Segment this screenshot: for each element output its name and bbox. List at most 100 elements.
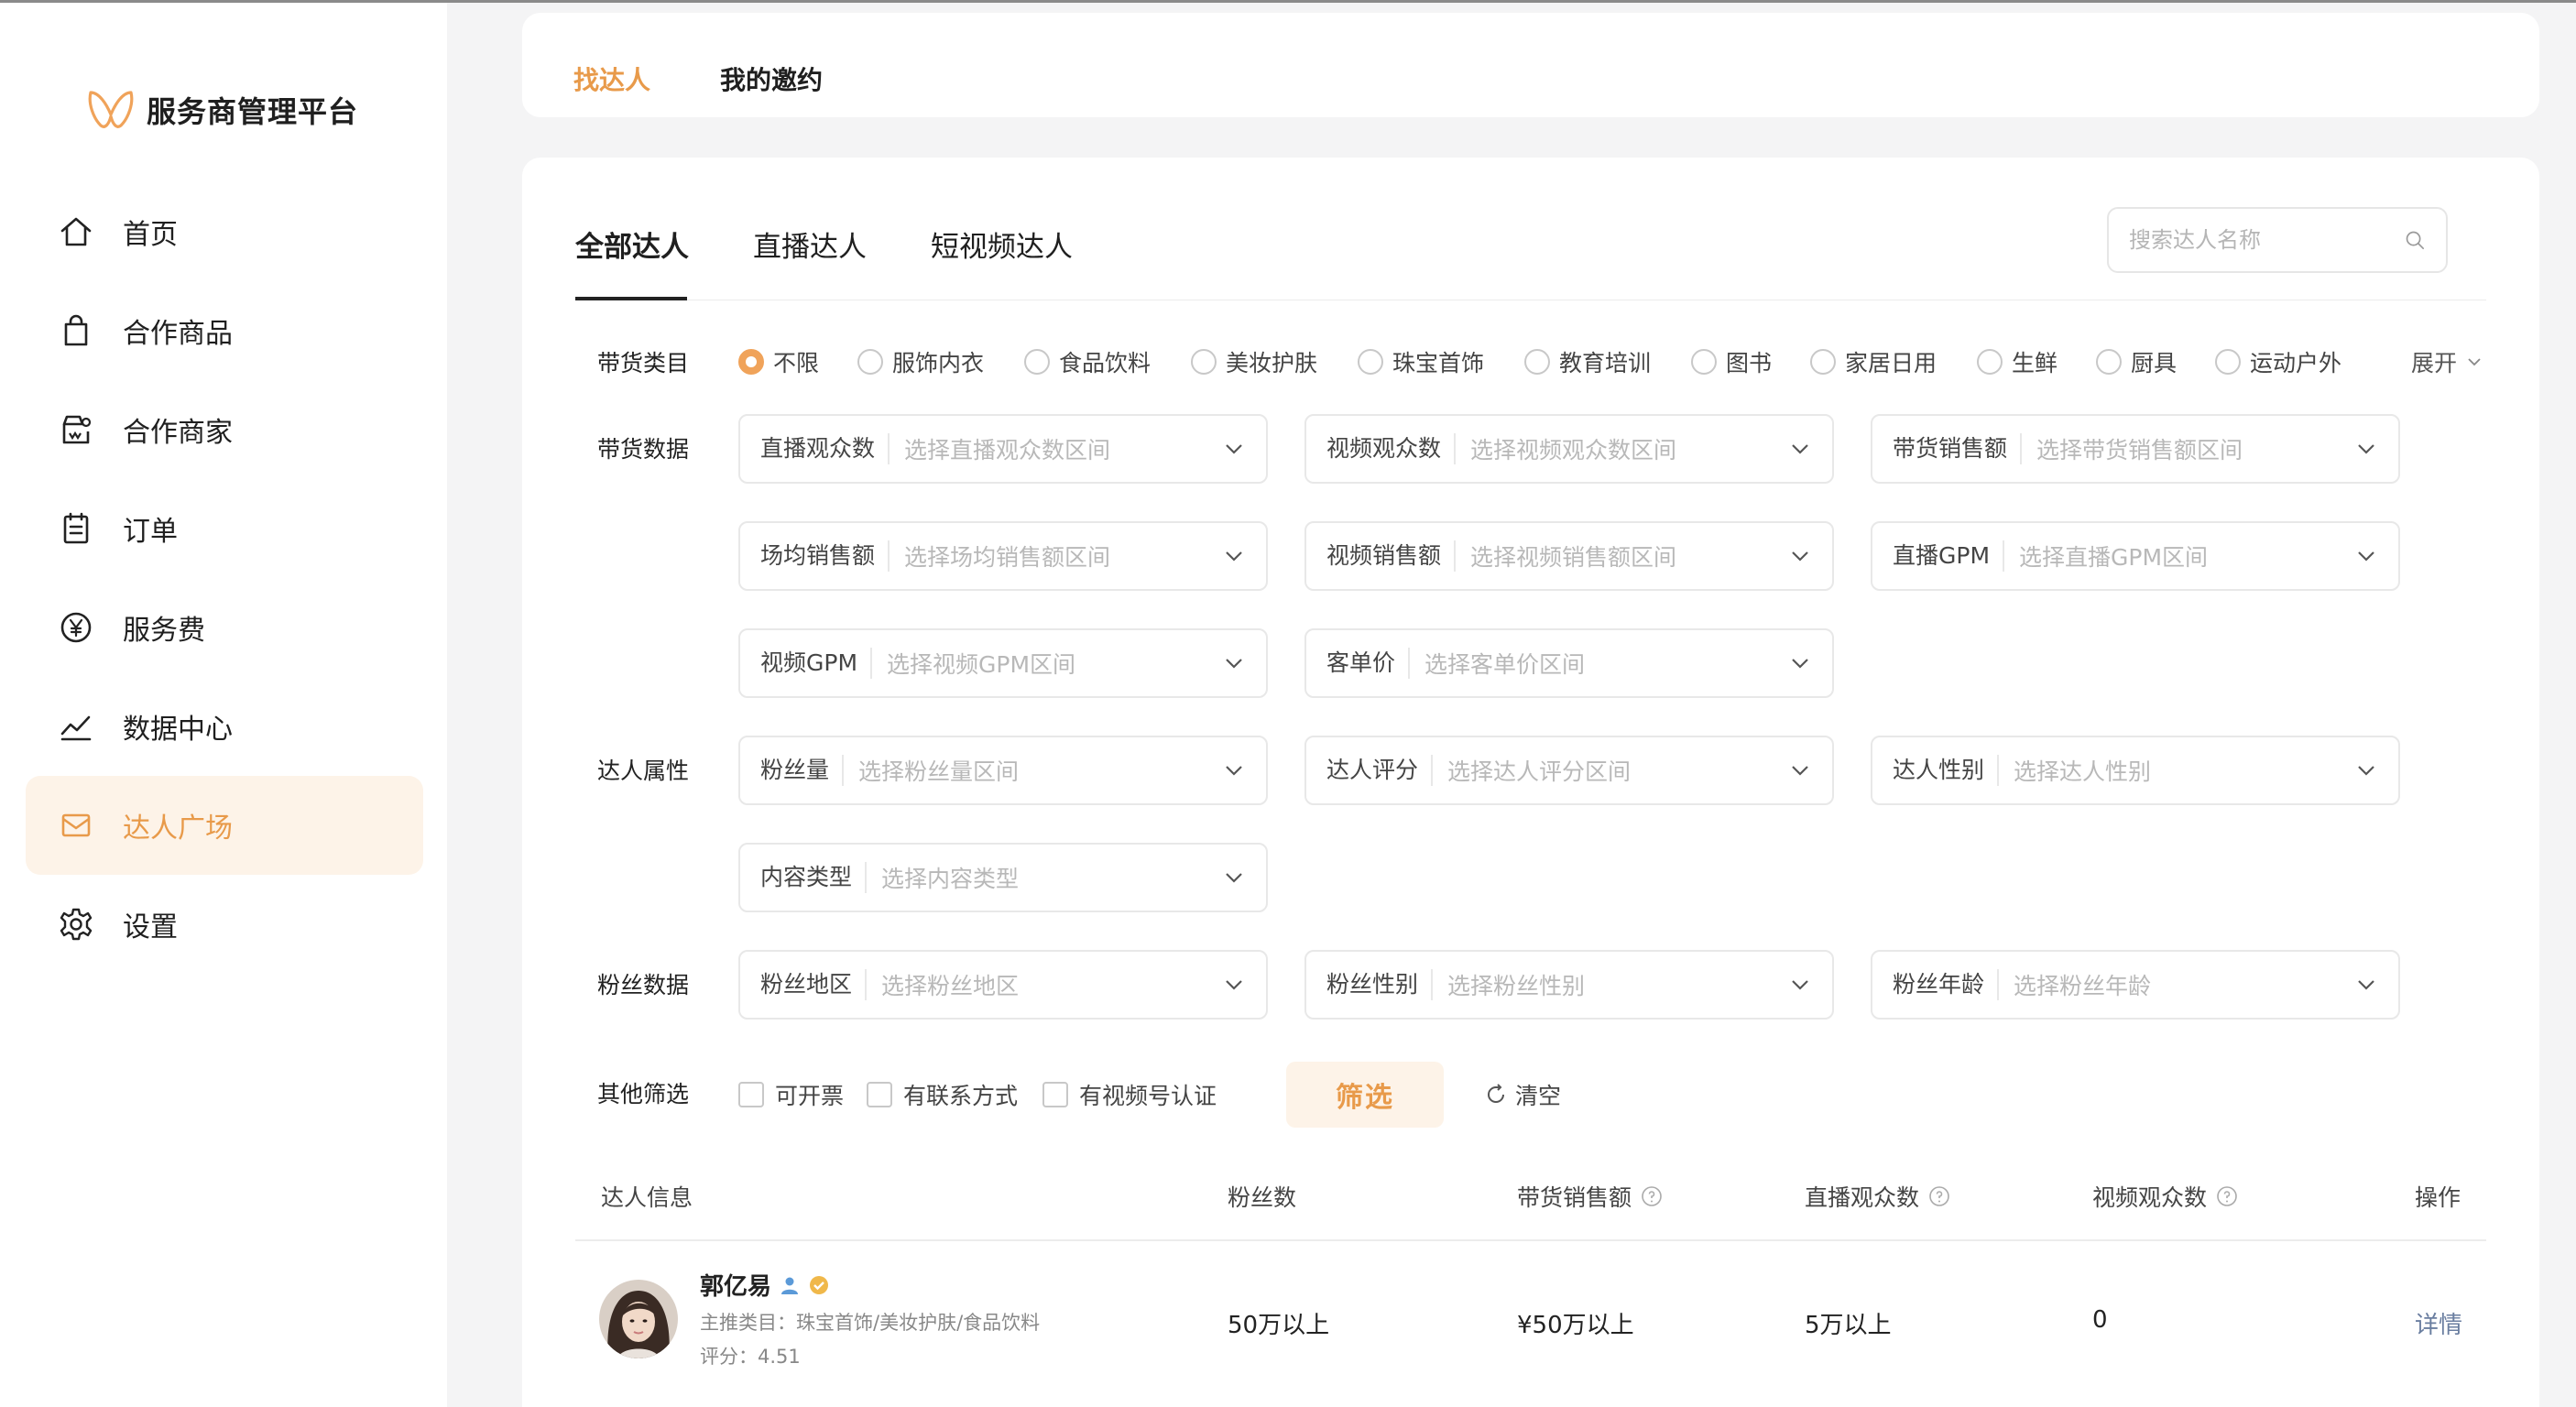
select-key: 带货销售额 [1893,433,2023,464]
search-icon[interactable] [2404,224,2426,256]
fan-age-select[interactable]: 粉丝年龄 选择粉丝年龄 [1871,950,2400,1020]
chevron-down-icon [2358,444,2374,454]
subtab-short-video-creators[interactable]: 短视频达人 [931,224,1073,265]
category-radio-education[interactable]: 教育培训 [1524,345,1651,378]
subtab-live-creators[interactable]: 直播达人 [753,224,867,265]
sidebar-item-home[interactable]: 首页 [26,182,423,281]
select-placeholder: 选择粉丝性别 [1447,973,1586,999]
radio-label: 不限 [773,350,820,376]
sidebar-item-settings[interactable]: 设置 [26,875,423,974]
help-icon[interactable] [1641,1185,1663,1207]
sidebar-item-creator-plaza[interactable]: 达人广场 [26,776,423,875]
filter-button[interactable]: 筛选 [1286,1062,1444,1128]
th-action: 操作 [2415,1180,2461,1213]
video-gpm-select[interactable]: 视频GPM 选择视频GPM区间 [738,628,1268,698]
fan-gender-select[interactable]: 粉丝性别 选择粉丝性别 [1304,950,1834,1020]
category-radio-food[interactable]: 食品饮料 [1024,345,1151,378]
sidebar-item-data-center[interactable]: 数据中心 [26,677,423,776]
fans-count-select[interactable]: 粉丝量 选择粉丝量区间 [738,736,1268,805]
select-placeholder: 选择粉丝量区间 [858,758,1020,785]
sidebar-item-service-fee[interactable]: 服务费 [26,578,423,677]
radio-icon [2096,349,2122,375]
th-label: 直播观众数 [1805,1184,1920,1211]
live-gpm-select[interactable]: 直播GPM 选择直播GPM区间 [1871,521,2400,591]
radio-icon [1691,349,1717,375]
invoice-checkbox[interactable]: 可开票 [738,1078,844,1111]
th-label: 达人信息 [601,1184,693,1211]
select-placeholder: 选择视频观众数区间 [1470,437,1677,464]
chevron-down-icon [2358,551,2374,562]
home-icon [57,213,95,251]
sidebar-item-products[interactable]: 合作商品 [26,281,423,380]
radio-label: 服饰内衣 [892,350,985,376]
chevron-down-icon [1792,980,1808,990]
select-placeholder: 选择视频销售额区间 [1470,544,1677,571]
avg-sales-select[interactable]: 场均销售额 选择场均销售额区间 [738,521,1268,591]
sidebar-item-label: 合作商家 [123,417,233,449]
help-icon[interactable] [2216,1185,2238,1207]
category-radio-jewelry[interactable]: 珠宝首饰 [1358,345,1484,378]
video-viewers-select[interactable]: 视频观众数 选择视频观众数区间 [1304,414,1834,484]
category-radio-books[interactable]: 图书 [1691,345,1772,378]
category-radio-home[interactable]: 家居日用 [1810,345,1937,378]
select-key: 视频销售额 [1326,540,1457,572]
category-radio-all[interactable]: 不限 [738,345,819,378]
help-icon[interactable] [1928,1185,1950,1207]
tab-find-creators[interactable]: 找达人 [573,60,650,97]
detail-link[interactable]: 详情 [2415,1306,2462,1340]
select-key: 视频GPM [760,648,873,679]
chevron-down-icon [1226,551,1242,562]
subtab-all-creators[interactable]: 全部达人 [575,224,689,265]
creator-rating-select[interactable]: 达人评分 选择达人评分区间 [1304,736,1834,805]
search-box[interactable] [2107,207,2448,273]
chevron-down-icon [2358,766,2374,776]
video-sales-select[interactable]: 视频销售额 选择视频销售额区间 [1304,521,1834,591]
content-type-select[interactable]: 内容类型 选择内容类型 [738,843,1268,912]
cell-fans: 50万以上 [1228,1312,1330,1339]
radio-icon [1191,349,1217,375]
creator-name[interactable]: 郭亿易 [700,1268,830,1302]
creator-attrs-label: 达人属性 [597,758,690,784]
category-radio-beauty[interactable]: 美妆护肤 [1191,345,1317,378]
category-radio-fresh[interactable]: 生鲜 [1977,345,2058,378]
sales-amount-select[interactable]: 带货销售额 选择带货销售额区间 [1871,414,2400,484]
sidebar-item-label: 合作商品 [123,318,233,350]
category-radio-outdoor[interactable]: 运动户外 [2215,345,2341,378]
chevron-down-icon [1226,873,1242,883]
sidebar: 服务商管理平台 首页 合作商品 合作商家 订单 服务费 数据中心 达人广场 设置 [0,3,447,1407]
main-card: 全部达人 直播达人 短视频达人 带货类目 不限 服饰内衣 食品饮料 美妆护肤 珠… [522,158,2539,1407]
avatar-image [599,1280,678,1358]
th-video-viewers: 视频观众数 [2092,1180,2238,1213]
active-tab-underline [575,297,687,300]
sidebar-item-orders[interactable]: 订单 [26,479,423,578]
sidebar-item-merchants[interactable]: 合作商家 [26,380,423,479]
sales-data-label: 带货数据 [597,436,690,463]
radio-label: 家居日用 [1845,350,1937,376]
category-radio-apparel[interactable]: 服饰内衣 [857,345,984,378]
radio-icon [1524,349,1550,375]
live-viewers-select[interactable]: 直播观众数 选择直播观众数区间 [738,414,1268,484]
clear-label: 清空 [1515,1083,1562,1109]
clear-button[interactable]: 清空 [1484,1078,1561,1111]
video-account-checkbox[interactable]: 有视频号认证 [1042,1078,1217,1111]
radio-label: 图书 [1726,350,1773,376]
fan-region-select[interactable]: 粉丝地区 选择粉丝地区 [738,950,1268,1020]
radio-icon [1977,349,2003,375]
th-label: 视频观众数 [2092,1184,2208,1211]
unit-price-select[interactable]: 客单价 选择客单价区间 [1304,628,1834,698]
search-input[interactable] [2129,227,2404,253]
person-badge-icon [781,1277,799,1294]
expand-categories-button[interactable]: 展开 [2411,345,2483,378]
category-radio-kitchen[interactable]: 厨具 [2096,345,2177,378]
mail-icon [57,806,95,845]
select-placeholder: 选择视频GPM区间 [887,651,1076,678]
avatar[interactable] [599,1280,678,1358]
brand-name: 服务商管理平台 [147,94,359,129]
th-sales: 带货销售额 [1517,1180,1663,1213]
creator-gender-select[interactable]: 达人性别 选择达人性别 [1871,736,2400,805]
contact-checkbox[interactable]: 有联系方式 [867,1078,1018,1111]
checkbox-label: 可开票 [775,1083,845,1109]
sidebar-item-label: 数据中心 [123,714,233,746]
select-key: 粉丝地区 [760,969,868,1000]
tab-my-invitations[interactable]: 我的邀约 [720,60,823,97]
